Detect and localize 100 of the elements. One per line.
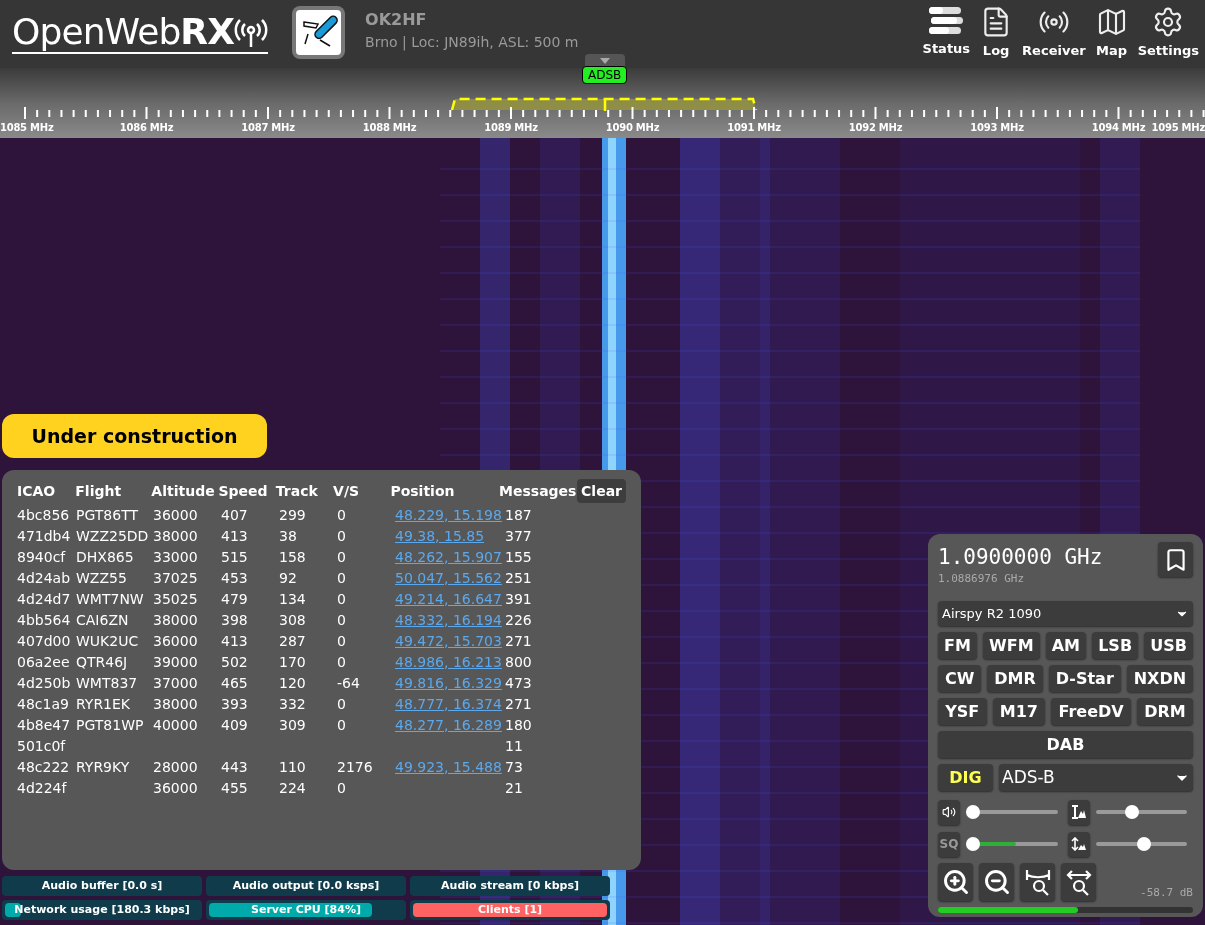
column-header: Messages — [499, 481, 578, 501]
table-cell: 271 — [505, 632, 532, 649]
zoom-fit-button[interactable] — [1061, 863, 1096, 901]
slider[interactable] — [1095, 805, 1187, 819]
meter-label: Audio output [0.0 ksps] — [231, 878, 381, 894]
table-cell: 06a2ee — [17, 653, 70, 670]
column-header: V/S — [333, 481, 361, 501]
table-cell: 332 — [279, 695, 306, 712]
table-cell: 2176 — [337, 758, 373, 775]
mode-button[interactable]: AM — [1045, 632, 1087, 659]
mode-button[interactable]: M17 — [992, 698, 1046, 725]
table-cell: 453 — [221, 569, 248, 586]
clear-button[interactable]: Clear — [577, 479, 626, 503]
mode-button[interactable]: DMR — [987, 665, 1043, 692]
scale-label: 1085 MHz — [0, 122, 54, 134]
signal-reading: -58.7 dB — [1140, 885, 1193, 901]
table-cell: 11 — [505, 737, 523, 754]
mode-button[interactable]: FreeDV — [1051, 698, 1131, 725]
column-header: Speed — [218, 481, 269, 501]
meter-label: Clients [1] — [476, 902, 544, 918]
slider[interactable] — [1095, 837, 1187, 851]
table-cell: 413 — [221, 632, 248, 649]
slider[interactable] — [966, 805, 1058, 819]
scale-label: 1089 MHz — [484, 122, 538, 134]
table-cell: 502 — [221, 653, 248, 670]
level-peak-icon — [1070, 805, 1087, 819]
table-cell: QTR46J — [76, 653, 128, 670]
table-cell: RYR1EK — [76, 695, 131, 712]
waterfall-max-button[interactable] — [1067, 799, 1090, 825]
slider-thumb[interactable] — [966, 805, 980, 819]
nav-button[interactable]: Log — [978, 6, 1015, 59]
table-cell: 4bc856 — [17, 506, 70, 523]
nav-button[interactable]: Settings — [1135, 6, 1201, 59]
mode-button[interactable]: YSF — [938, 698, 987, 725]
column-header: ICAO — [17, 481, 57, 501]
table-cell: 73 — [505, 758, 523, 775]
nav-button[interactable]: Receiver — [1020, 6, 1088, 59]
mode-button[interactable]: NXDN — [1126, 665, 1194, 692]
scale-label: 1086 MHz — [119, 122, 174, 134]
table-cell: 4d250b — [17, 674, 71, 691]
scale-label: 1093 MHz — [970, 122, 1024, 134]
column-header: Flight — [75, 481, 123, 501]
table-cell: 4b8e47 — [17, 716, 71, 733]
slider-thumb[interactable] — [966, 837, 980, 851]
scale-label: 1091 MHz — [727, 122, 781, 134]
table-cell: 0 — [337, 695, 346, 712]
table-cell: 393 — [221, 695, 248, 712]
squelch-button[interactable]: SQ — [938, 831, 960, 857]
frequency-display[interactable]: 1.0900000 GHz — [938, 542, 1103, 572]
offset-frequency: 1.0886976 GHz — [938, 572, 1026, 586]
mode-button[interactable]: D-Star — [1048, 665, 1121, 692]
mode-button[interactable]: USB — [1144, 632, 1193, 659]
table-cell: 36000 — [153, 779, 198, 796]
table-cell: 158 — [279, 548, 306, 565]
digital-mode-dropdown[interactable]: ADS-B — [999, 764, 1193, 791]
table-cell: 180 — [505, 716, 532, 733]
table-cell: 0 — [337, 653, 346, 670]
table-cell: 465 — [221, 674, 248, 691]
table-cell: WZZ55 — [76, 569, 127, 586]
scale-label: 1088 MHz — [362, 122, 417, 134]
meter-label: Audio stream [0 kbps] — [440, 878, 580, 894]
table-cell: 21 — [505, 779, 523, 796]
scale-label: 1095 MHz — [1151, 122, 1205, 134]
dig-button[interactable]: DIG — [938, 764, 993, 791]
mode-button[interactable]: LSB — [1092, 632, 1139, 659]
table-cell: 0 — [337, 527, 346, 544]
mute-button[interactable] — [938, 799, 960, 825]
zoom-band-button[interactable] — [1020, 863, 1055, 901]
table-cell: WZZ25DD — [76, 527, 149, 544]
mode-button[interactable]: CW — [938, 665, 982, 692]
slider[interactable] — [966, 837, 1058, 851]
table-cell: 0 — [337, 590, 346, 607]
slider-thumb[interactable] — [1124, 805, 1139, 819]
bookmark-button[interactable] — [1158, 542, 1193, 577]
mode-button[interactable]: DRM — [1136, 698, 1193, 725]
slider-thumb[interactable] — [1137, 837, 1152, 851]
logo-text[interactable]: OpenWebRX — [12, 12, 235, 52]
meter-label: Server CPU [84%] — [250, 902, 362, 918]
mode-button[interactable]: DAB — [938, 731, 1193, 758]
table-cell: 38000 — [153, 527, 198, 544]
mode-button[interactable]: WFM — [983, 632, 1040, 659]
scale-label: 1094 MHz — [1091, 122, 1146, 134]
table-cell: 515 — [221, 548, 248, 565]
nav-button[interactable]: Status — [920, 6, 973, 59]
table-cell: 36000 — [153, 632, 198, 649]
mode-button[interactable]: FM — [938, 632, 977, 659]
table-cell: 501c0f — [17, 737, 66, 754]
zoom-out-icon — [982, 868, 1011, 896]
profile-dropdown[interactable]: Airspy R2 1090 — [938, 601, 1193, 626]
waterfall-min-button[interactable] — [1067, 831, 1090, 857]
zoom-out-button[interactable] — [979, 863, 1014, 901]
table-cell: 0 — [337, 716, 346, 733]
nav-button[interactable]: Map — [1093, 6, 1130, 59]
table-cell: WMT7NW — [76, 590, 144, 607]
signal-marker[interactable]: ADSB — [582, 66, 628, 84]
zoom-in-button[interactable] — [938, 863, 973, 901]
table-cell: 120 — [279, 674, 306, 691]
table-cell: 407d00 — [17, 632, 71, 649]
column-header: Altitude — [151, 481, 216, 501]
table-cell: 36000 — [153, 506, 198, 523]
